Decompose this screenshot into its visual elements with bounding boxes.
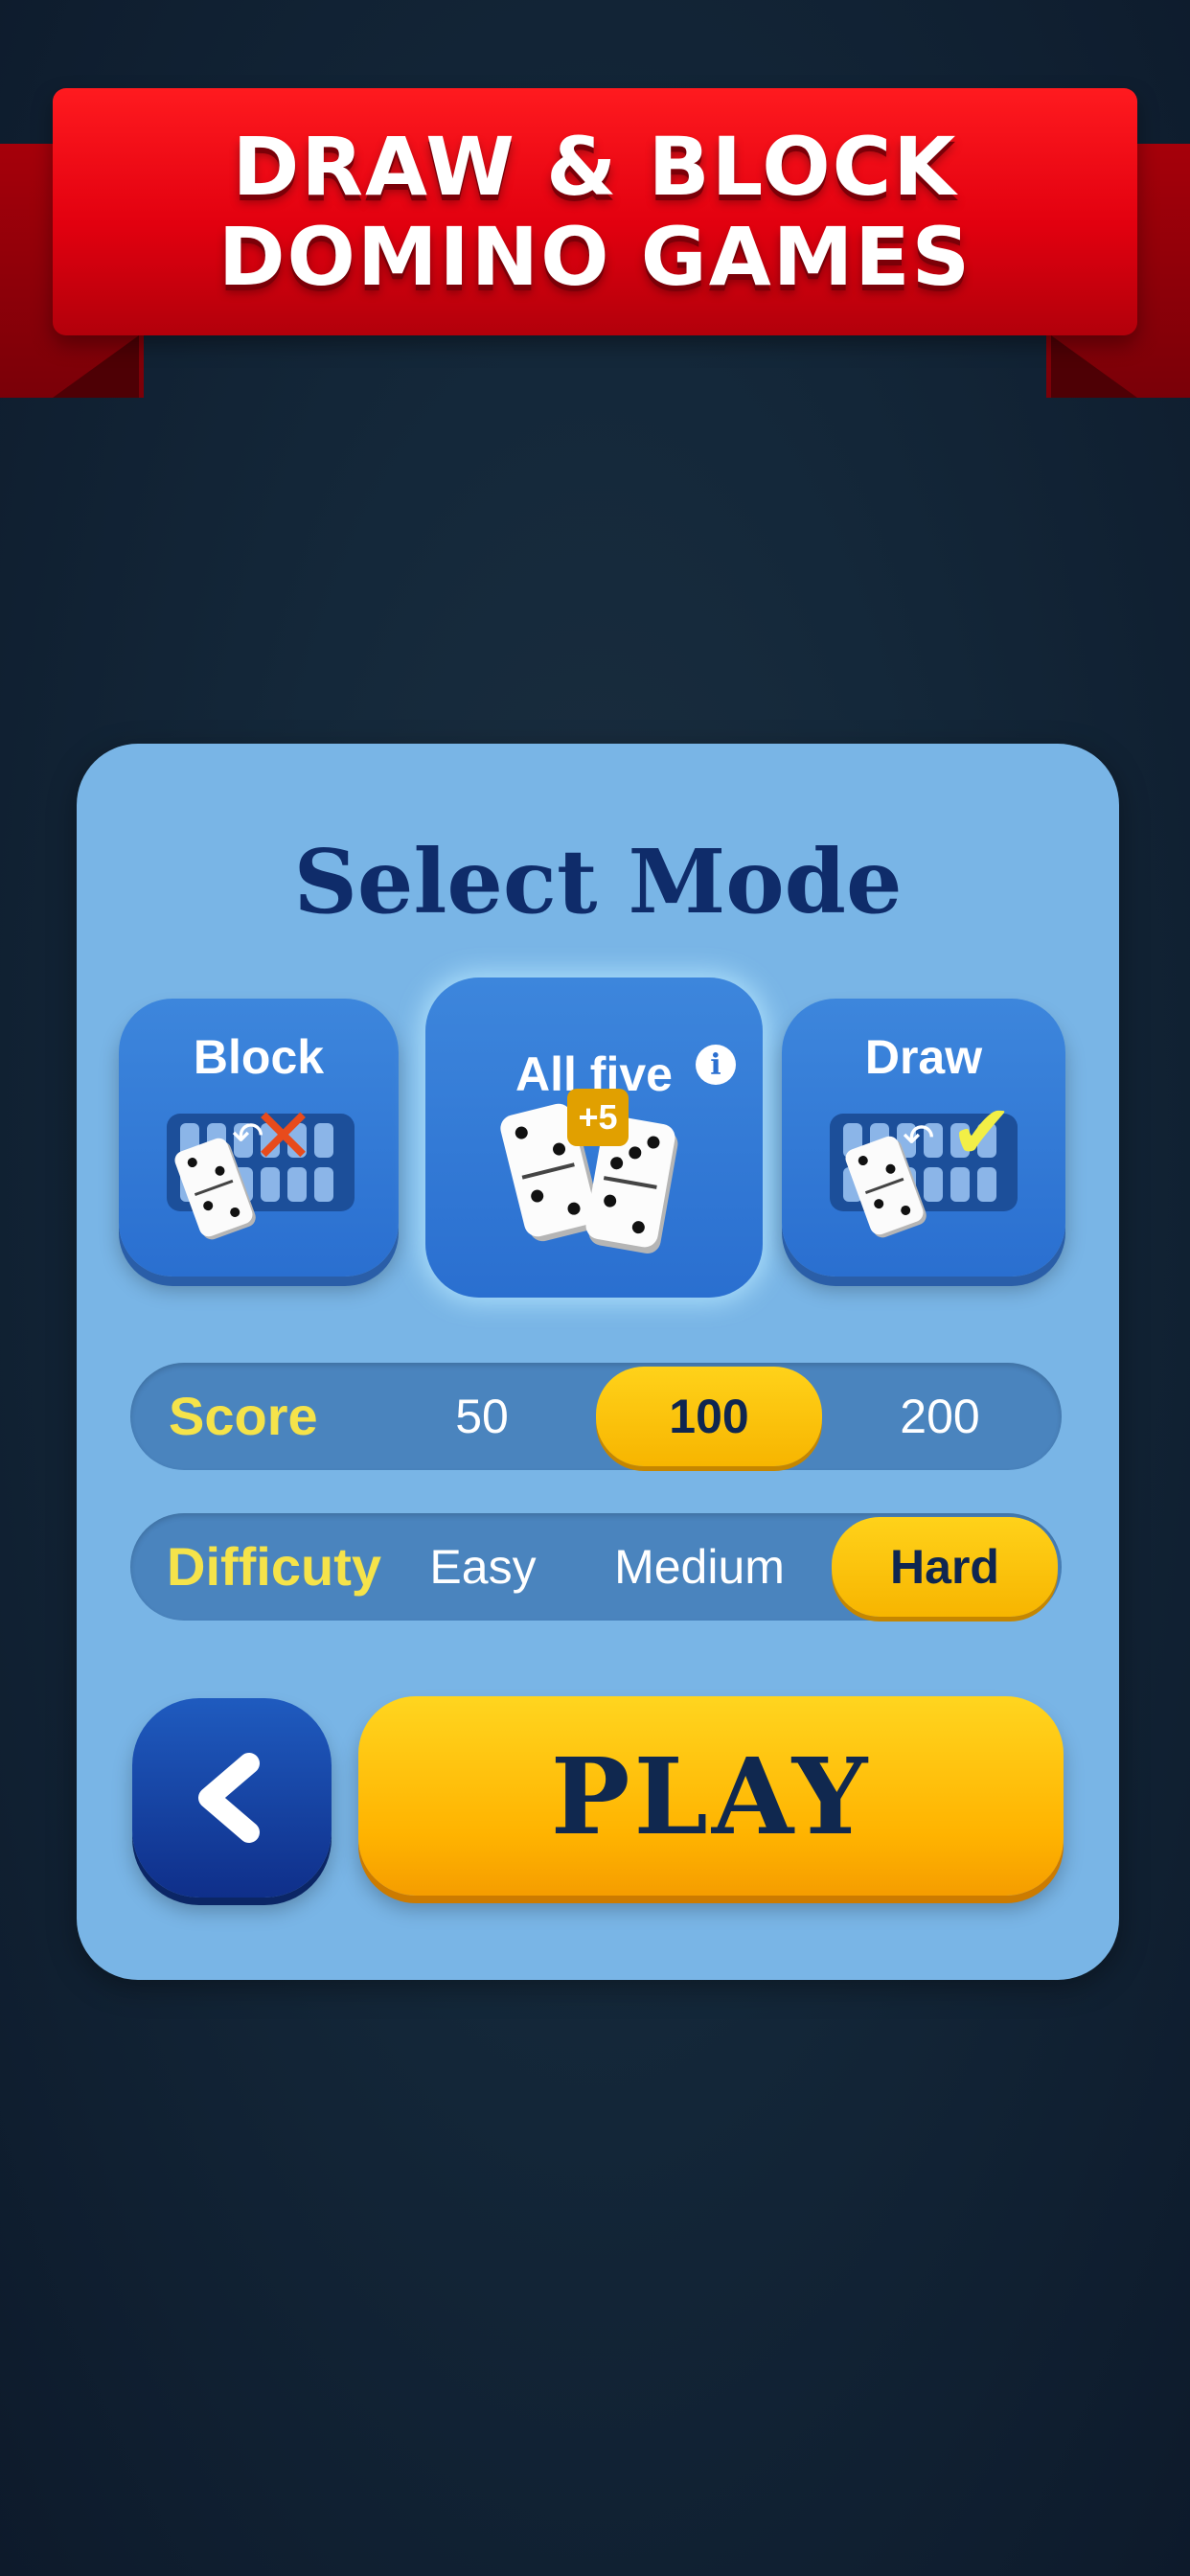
panel-title: Select Mode (293, 830, 903, 933)
difficulty-option-medium[interactable]: Medium (584, 1517, 814, 1617)
difficulty-label: Difficuty (167, 1536, 381, 1597)
banner-fold-left (53, 335, 139, 398)
difficulty-option-easy[interactable]: Easy (416, 1517, 550, 1617)
difficulty-option-hard[interactable]: Hard (832, 1517, 1058, 1617)
chevron-left-icon (198, 1753, 260, 1843)
score-selector: Score 50 100 200 (130, 1363, 1062, 1470)
play-button[interactable]: PLAY (358, 1696, 1064, 1896)
mode-block-button[interactable]: Block ↶ ✕ (119, 999, 399, 1276)
banner-fold-right (1051, 335, 1137, 398)
banner-line-1: DRAW & BLOCK (232, 120, 958, 214)
info-icon[interactable]: i (696, 1045, 736, 1085)
mode-draw-button[interactable]: Draw ↶ ✔ (782, 999, 1065, 1276)
arrow-icon: ↶ (903, 1116, 935, 1161)
play-label: PLAY (550, 1734, 872, 1858)
promo-banner: DRAW & BLOCK DOMINO GAMES (53, 88, 1137, 335)
plus-five-badge: +5 (567, 1089, 629, 1146)
mode-all-five-button[interactable]: All five i +5 (425, 978, 763, 1298)
cross-icon: ✕ (251, 1092, 316, 1181)
score-option-200[interactable]: 200 (868, 1367, 1012, 1466)
screen: DRAW & BLOCK DOMINO GAMES Select Mode Bl… (0, 0, 1190, 2576)
score-option-100[interactable]: 100 (596, 1367, 822, 1466)
mode-draw-label: Draw (864, 1030, 983, 1084)
score-option-50[interactable]: 50 (410, 1367, 554, 1466)
banner-line-2: DOMINO GAMES (217, 210, 973, 304)
score-label: Score (169, 1386, 318, 1446)
back-button[interactable] (132, 1698, 332, 1898)
mode-block-label: Block (193, 1030, 325, 1084)
select-mode-panel: Select Mode Block ↶ ✕ All five i +5 Draw… (77, 744, 1119, 1980)
check-icon: ✔ (950, 1090, 1014, 1176)
difficulty-selector: Difficuty Easy Medium Hard (130, 1513, 1062, 1621)
